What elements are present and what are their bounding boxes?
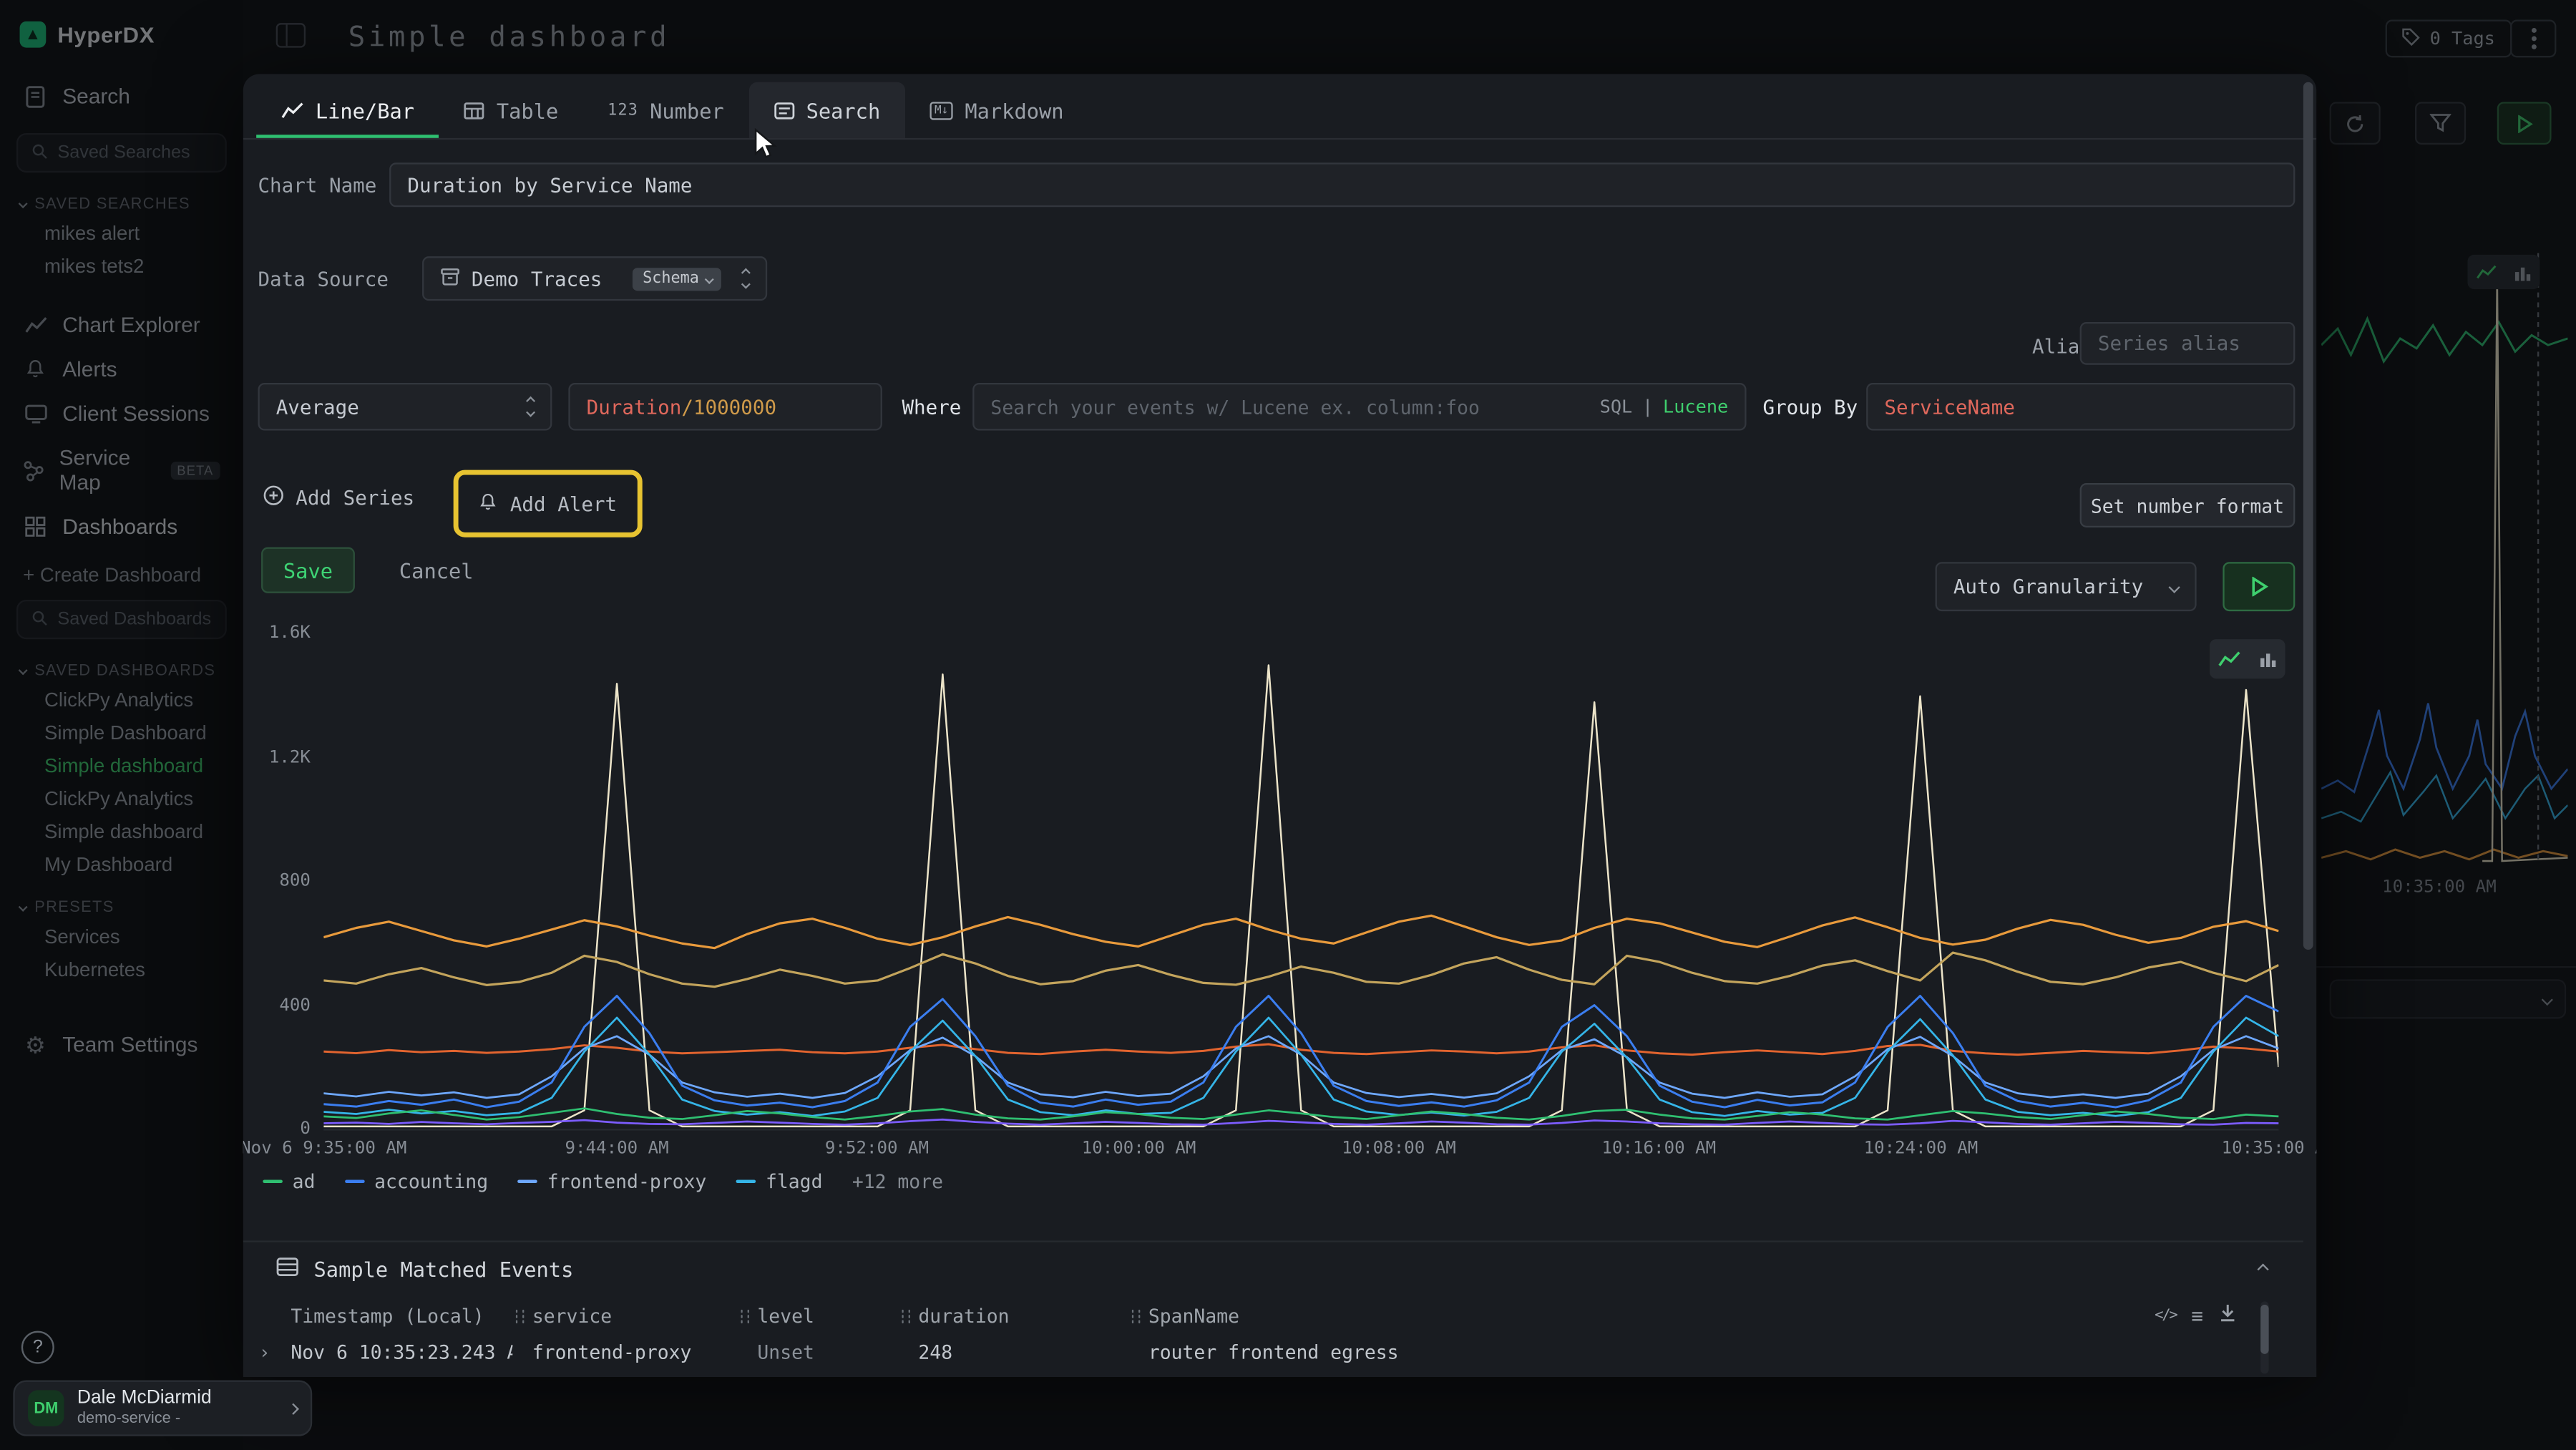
line-chart-icon (281, 101, 304, 119)
granularity-select[interactable]: Auto Granularity (1936, 562, 2197, 611)
x-axis: Nov 6 9:35:00 AM9:44:00 AM9:52:00 AM10:0… (323, 1139, 2278, 1162)
number-123-icon: 123 (608, 101, 638, 119)
column-spanname[interactable]: SpanName (1128, 1305, 2303, 1328)
event-row[interactable]: › Nov 6 10:35:23.243 AM frontend-proxy U… (243, 1368, 2303, 1376)
where-search-input[interactable]: Search your events w/ Lucene ex. column:… (972, 383, 1746, 431)
schema-badge[interactable]: Schema (633, 267, 721, 290)
add-alert-highlight-box: Add Alert (454, 470, 643, 537)
table-icon (464, 101, 485, 119)
editor-tabs: Line/Bar Table 123 Number Search M↓ Ma (256, 82, 1088, 138)
grip-icon (512, 1308, 527, 1325)
code-icon[interactable]: </> (2155, 1307, 2176, 1323)
chevron-down-icon (2169, 581, 2180, 593)
select-chevrons-icon (527, 398, 534, 416)
mouse-cursor (754, 128, 777, 166)
cancel-button[interactable]: Cancel (399, 559, 474, 583)
legend-more[interactable]: +12 more (852, 1170, 943, 1193)
avatar: DM (28, 1390, 64, 1426)
divider (243, 138, 2316, 140)
tab-number[interactable]: 123 Number (583, 82, 748, 138)
column-duration[interactable]: duration (899, 1305, 1128, 1328)
events-scrollbar[interactable] (2260, 1301, 2268, 1373)
markdown-icon: M↓ (930, 101, 953, 119)
data-source-label: Data Source (258, 268, 388, 291)
filter-lines-icon[interactable]: ≡ (2191, 1304, 2203, 1327)
column-service[interactable]: service (512, 1305, 738, 1328)
main-chart-svg[interactable] (323, 634, 2278, 1130)
legend-item[interactable]: frontend-proxy (517, 1170, 706, 1193)
chart-name-label: Chart Name (258, 174, 376, 197)
modal-scrollbar[interactable] (2303, 82, 2313, 950)
set-number-format-button[interactable]: Set number format (2080, 483, 2296, 527)
download-icon[interactable] (2218, 1303, 2238, 1328)
table-icon (276, 1257, 299, 1281)
select-chevrons-icon (743, 270, 749, 288)
archive-icon (440, 267, 460, 290)
user-subtitle: demo-service - (77, 1410, 212, 1428)
alias-input[interactable]: Series alias (2080, 322, 2296, 365)
collapse-events-icon[interactable] (2257, 1263, 2268, 1275)
legend-item[interactable]: accounting (345, 1170, 488, 1193)
legend-item[interactable]: flagd (736, 1170, 823, 1193)
grip-icon (899, 1308, 914, 1325)
events-column-headers: Timestamp (Local) service level duration… (243, 1298, 2303, 1335)
grip-icon (1128, 1308, 1143, 1325)
column-level[interactable]: level (738, 1305, 899, 1328)
row-expander-icon[interactable]: › (243, 1340, 286, 1363)
help-button[interactable]: ? (21, 1331, 54, 1364)
add-series-button[interactable]: Add Series (263, 485, 414, 511)
group-by-label: Group By (1763, 396, 1858, 419)
chart-name-input[interactable]: Duration by Service Name (389, 162, 2295, 207)
legend-dash-icon (517, 1179, 537, 1183)
line-chart-icon (2218, 650, 2241, 668)
list-lines-icon (774, 101, 795, 119)
data-source-select[interactable]: Demo Traces Schema (422, 256, 767, 301)
chart-legend: ad accounting frontend-proxy fla (263, 1170, 943, 1193)
events-header[interactable]: Sample Matched Events (276, 1257, 574, 1281)
events-rows: › Nov 6 10:35:23.243 AM frontend-proxy U… (243, 1334, 2303, 1377)
chart-editor-modal: Line/Bar Table 123 Number Search M↓ Ma (243, 74, 2316, 1377)
add-alert-button[interactable]: Add Alert (479, 490, 617, 517)
column-timestamp[interactable]: Timestamp (Local) (286, 1305, 512, 1328)
plus-circle-icon (263, 485, 284, 511)
tab-table[interactable]: Table (439, 82, 583, 138)
row-expander-icon[interactable]: › (243, 1375, 286, 1377)
legend-dash-icon (263, 1179, 283, 1183)
y-axis: 04008001.2K1.6K (243, 634, 316, 1130)
chart-type-toggle[interactable] (2210, 639, 2285, 678)
legend-item[interactable]: ad (263, 1170, 315, 1193)
user-name: Dale McDiarmid (77, 1388, 212, 1410)
legend-dash-icon (345, 1179, 365, 1183)
bar-chart-icon (2258, 651, 2276, 667)
event-row[interactable]: › Nov 6 10:35:23.243 AM frontend-proxy U… (243, 1334, 2303, 1368)
where-label: Where (902, 396, 961, 419)
play-icon (2250, 577, 2268, 597)
save-button[interactable]: Save (261, 548, 355, 593)
screen: Simple dashboard 0 Tags ▲ HyperDX Search… (0, 0, 2576, 1450)
chevron-right-icon (288, 1402, 299, 1413)
run-chart-button[interactable] (2223, 562, 2295, 611)
aggregation-select[interactable]: Average (258, 383, 552, 431)
user-menu[interactable]: DM Dale McDiarmid demo-service - (13, 1381, 312, 1436)
group-by-input[interactable]: ServiceName (1866, 383, 2295, 431)
events-toolbar: </> ≡ (2155, 1303, 2238, 1328)
query-language-toggle[interactable]: SQL|Lucene (1600, 396, 1729, 417)
tab-line-bar[interactable]: Line/Bar (256, 82, 439, 138)
bell-icon (479, 490, 499, 517)
grip-icon (738, 1308, 753, 1325)
events-table: Timestamp (Local) service level duration… (243, 1298, 2303, 1377)
legend-dash-icon (736, 1179, 756, 1183)
sample-matched-events: Sample Matched Events Timestamp (Local) … (243, 1240, 2303, 1377)
tab-markdown[interactable]: M↓ Markdown (905, 82, 1088, 138)
field-expression-input[interactable]: Duration/1000000 (568, 383, 882, 431)
